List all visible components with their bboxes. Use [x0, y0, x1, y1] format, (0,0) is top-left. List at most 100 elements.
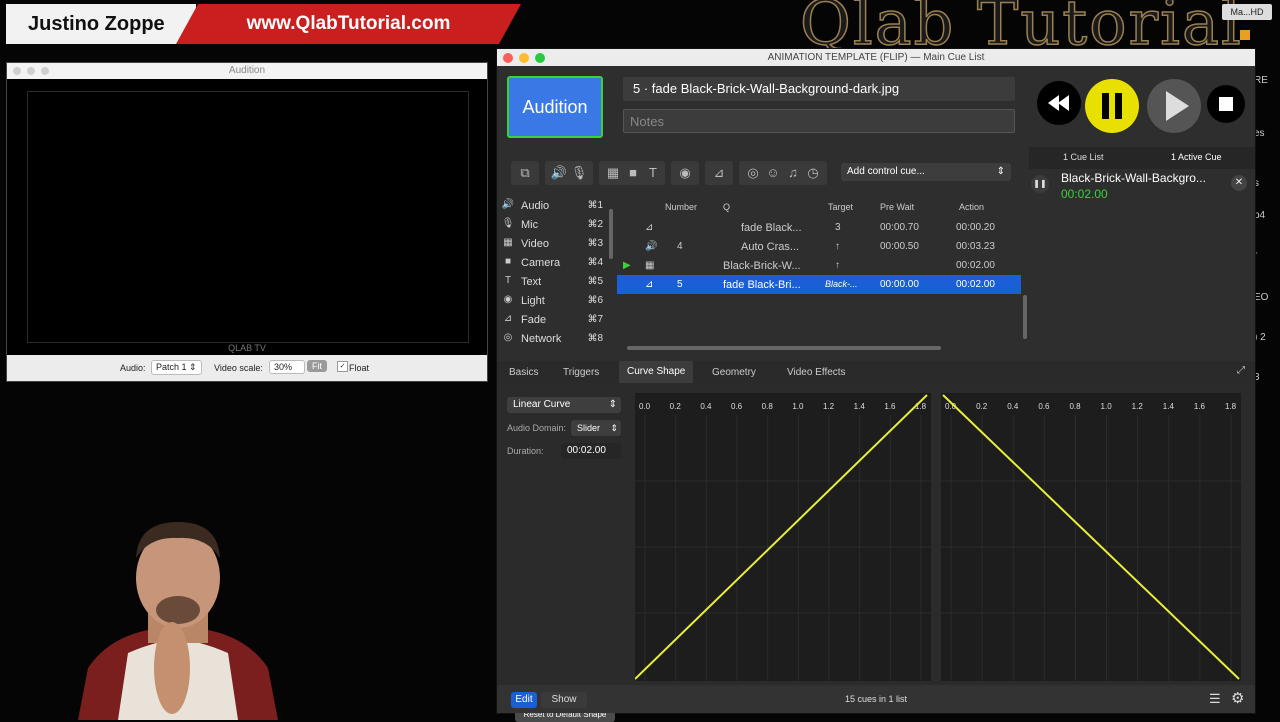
audition-button[interactable]: Audition — [507, 76, 603, 138]
close-button[interactable] — [503, 53, 513, 63]
desktop-disk-label[interactable]: Ma...HD — [1222, 4, 1272, 20]
col-action[interactable]: Action — [959, 202, 984, 212]
cue-target: Black-... — [825, 279, 858, 289]
fade-icon[interactable]: ⊿ — [709, 161, 729, 185]
table-row[interactable]: ▶ ▦ Black-Brick-W... ↑ 00:02.00 — [617, 256, 1021, 275]
curve-graph-svg: 0.0 0.2 0.4 0.6 0.8 1.0 1.2 1.4 1.6 1.8 0.0 0.2 0.4 0… — [635, 394, 1241, 681]
bulb-icon: ◉ — [503, 294, 513, 305]
folder-icon[interactable] — [1240, 30, 1250, 40]
cue-type-camera[interactable]: ■ Camera ⌘4 — [497, 254, 607, 273]
close-icon[interactable]: ✕ — [1231, 175, 1247, 191]
stop-button[interactable] — [1207, 85, 1245, 123]
video-scale-input[interactable]: 30% — [269, 360, 305, 374]
list-icon[interactable]: ☰ — [1209, 691, 1221, 707]
rewind-button[interactable] — [1037, 81, 1081, 125]
curve-shape-select[interactable]: Linear Curve ⇕ — [507, 397, 621, 413]
group-icon: ⧉ — [520, 165, 530, 180]
fade-out-curve[interactable] — [942, 394, 1240, 680]
tab-geometry[interactable]: Geometry — [712, 367, 756, 378]
zoom-button[interactable] — [535, 53, 545, 63]
notes-field[interactable]: Notes — [623, 109, 1015, 133]
cue-type-light[interactable]: ◉ Light ⌘6 — [497, 292, 607, 311]
add-control-cue-select[interactable]: Add control cue... ⇕ — [841, 163, 1011, 181]
type-list-scrollbar[interactable] — [609, 209, 613, 259]
cue-type-video[interactable]: ▦ Video ⌘3 — [497, 235, 607, 254]
text-icon[interactable]: T — [643, 161, 663, 185]
col-number[interactable]: Number — [665, 202, 697, 212]
light-tools: ◉ — [671, 161, 699, 185]
chevron-updown-icon: ⇕ — [608, 399, 617, 410]
tick-label: 1.0 — [792, 402, 804, 411]
mic-icon[interactable]: 🎙 — [569, 161, 589, 185]
tab-active-cues[interactable]: 1 Active Cue — [1171, 152, 1222, 162]
tab-cue-list[interactable]: 1 Cue List — [1063, 152, 1104, 162]
edit-mode-button[interactable]: Edit — [511, 692, 537, 708]
close-button[interactable] — [13, 67, 21, 75]
inspector-tabs: Basics Triggers Curve Shape Geometry Vid… — [497, 361, 1255, 383]
audio-domain-select[interactable]: Slider ⇕ — [571, 420, 621, 436]
cue-name-field[interactable]: 5 · fade Black-Brick-Wall-Background-dar… — [623, 77, 1015, 101]
minimize-button[interactable] — [27, 67, 35, 75]
col-target[interactable]: Target — [828, 202, 853, 212]
cue-type-audio[interactable]: 🔊 Audio ⌘1 — [497, 197, 607, 216]
tab-basics[interactable]: Basics — [509, 367, 538, 378]
cue-type-fade[interactable]: ⊿ Fade ⌘7 — [497, 311, 607, 330]
cue-table-h-scrollbar[interactable] — [627, 346, 941, 350]
tick-label: 1.6 — [884, 402, 896, 411]
gear-icon[interactable]: ⚙ — [1231, 689, 1244, 707]
fade-in-curve[interactable] — [635, 394, 928, 680]
cue-type-list: 🔊 Audio ⌘1 🎙 Mic ⌘2 ▦ Video ⌘3 ■ Camera ⌘4 T Text… — [497, 197, 607, 347]
bulb-icon[interactable]: ◉ — [675, 161, 695, 185]
col-q[interactable]: Q — [723, 202, 730, 212]
cue-type-network[interactable]: ◎ Network ⌘8 — [497, 330, 607, 349]
group-cue-button[interactable]: ⧉ — [511, 161, 539, 185]
active-cue-item[interactable]: ❚❚ Black-Brick-Wall-Backgro... 00:02.00 … — [1031, 171, 1247, 211]
cue-table-scrollbar[interactable] — [1023, 295, 1027, 339]
audio-patch-select[interactable]: Patch 1 ⇕ — [151, 360, 202, 375]
cue-type-text[interactable]: T Text ⌘5 — [497, 273, 607, 292]
film-icon[interactable]: ▦ — [603, 161, 623, 185]
fade-icon: ⊿ — [645, 279, 654, 290]
float-label: Float — [349, 363, 370, 373]
cue-type-label: Video — [521, 238, 549, 250]
table-row[interactable]: ⊿ fade Black... 3 00:00.70 00:00.20 — [617, 218, 1021, 237]
midi-icon[interactable]: ☺ — [763, 161, 783, 185]
tab-video-effects[interactable]: Video Effects — [787, 367, 846, 378]
curve-graph-area: 0.0 0.2 0.4 0.6 0.8 1.0 1.2 1.4 1.6 1.8 0.0 0.2 0.4 0… — [635, 393, 1241, 681]
speaker-icon[interactable]: 🔊 — [549, 161, 569, 185]
shortcut: ⌘1 — [587, 200, 603, 211]
cue-action: 00:03.23 — [956, 241, 995, 252]
minimize-button[interactable] — [519, 53, 529, 63]
audition-titlebar[interactable]: Audition — [7, 63, 487, 79]
cue-target: ↑ — [835, 241, 840, 252]
table-row[interactable]: ⊿ 5 fade Black-Bri... Black-... 00:00.00 00:0… — [617, 275, 1021, 294]
expand-icon[interactable]: ⤢ — [1237, 365, 1245, 376]
pause-icon[interactable]: ❚❚ — [1031, 175, 1049, 193]
zoom-button[interactable] — [41, 67, 49, 75]
tick-label: 0.0 — [639, 402, 651, 411]
tick-label: 1.4 — [1163, 402, 1175, 411]
audition-controls: Audio: Patch 1 ⇕ Video scale: 30% Fit ✓ … — [7, 355, 487, 381]
music-icon[interactable]: ♫ — [783, 161, 803, 185]
camera-icon[interactable]: ■ — [623, 161, 643, 185]
tab-triggers[interactable]: Triggers — [563, 367, 599, 378]
pause-button[interactable] — [1085, 79, 1139, 133]
main-titlebar[interactable]: ANIMATION TEMPLATE (FLIP) — Main Cue Lis… — [497, 49, 1255, 66]
audition-title: Audition — [228, 65, 266, 76]
stage-label: QLAB TV — [228, 343, 266, 353]
tick-label: 1.2 — [1132, 402, 1144, 411]
col-prewait[interactable]: Pre Wait — [880, 202, 914, 212]
duration-field[interactable]: 00:02.00 — [561, 443, 621, 459]
clock-icon[interactable]: ◷ — [803, 161, 823, 185]
chevron-updown-icon: ⇕ — [610, 423, 618, 433]
cue-target: ↑ — [835, 260, 840, 271]
network-icon[interactable]: ◎ — [743, 161, 763, 185]
tick-label: 0.6 — [731, 402, 743, 411]
go-button[interactable] — [1147, 79, 1201, 133]
fit-button[interactable]: Fit — [307, 360, 327, 372]
table-row[interactable]: 🔊 4 Auto Cras... ↑ 00:00.50 00:03.23 — [617, 237, 1021, 256]
float-checkbox[interactable]: ✓ — [337, 361, 348, 372]
tab-curve-shape[interactable]: Curve Shape — [619, 361, 694, 383]
show-mode-button[interactable]: Show — [541, 692, 587, 708]
cue-type-mic[interactable]: 🎙 Mic ⌘2 — [497, 216, 607, 235]
